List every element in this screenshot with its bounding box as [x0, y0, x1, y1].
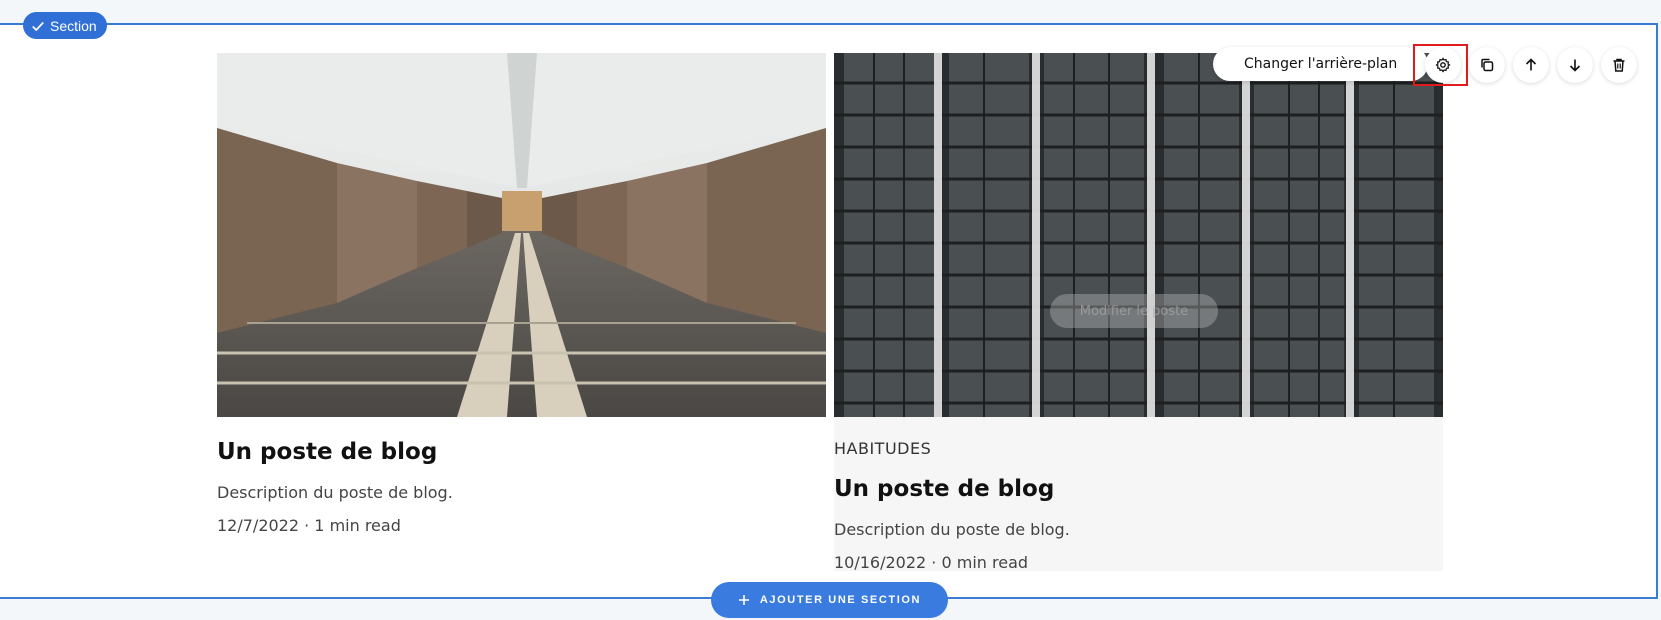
edit-post-button[interactable]: Modifier le poste [1050, 294, 1218, 328]
move-down-button[interactable] [1557, 47, 1593, 83]
subway-tunnel-image [217, 53, 826, 417]
post-description: Description du poste de blog. [834, 520, 1070, 539]
apartment-building-image [834, 53, 1443, 417]
post-image-subway[interactable] [217, 53, 826, 417]
plus-icon [738, 595, 749, 605]
blog-post-card[interactable]: Un poste de blog Description du poste de… [217, 53, 826, 535]
section-toolbar: Changer l'arrière-plan [1213, 47, 1429, 81]
post-category[interactable]: HABITUDES [834, 439, 1443, 458]
move-up-button[interactable] [1513, 47, 1549, 83]
section-badge[interactable]: Section [23, 12, 107, 39]
trash-icon [1613, 58, 1625, 72]
arrow-up-icon [1525, 58, 1537, 71]
arrow-down-icon [1569, 59, 1581, 72]
post-title[interactable]: Un poste de blog [217, 439, 826, 465]
post-title[interactable]: Un poste de blog [834, 476, 1443, 502]
add-section-label: AJOUTER UNE SECTION [759, 594, 922, 606]
duplicate-button[interactable] [1469, 47, 1505, 83]
add-section-button[interactable]: AJOUTER UNE SECTION [711, 582, 948, 618]
post-meta: 12/7/2022 · 1 min read [217, 516, 401, 535]
post-meta: 10/16/2022 · 0 min read [834, 553, 1029, 572]
post-description: Description du poste de blog. [217, 483, 453, 502]
delete-button[interactable] [1601, 47, 1637, 83]
selection-highlight [1413, 44, 1468, 86]
section-badge-label: Section [50, 17, 97, 34]
change-background-button[interactable]: Changer l'arrière-plan [1213, 47, 1429, 81]
post-image-building[interactable]: Modifier le poste [834, 53, 1443, 417]
duplicate-icon [1481, 58, 1494, 72]
check-icon [32, 21, 44, 31]
blog-post-card[interactable]: Modifier le poste HABITUDES Un poste de … [834, 53, 1443, 572]
